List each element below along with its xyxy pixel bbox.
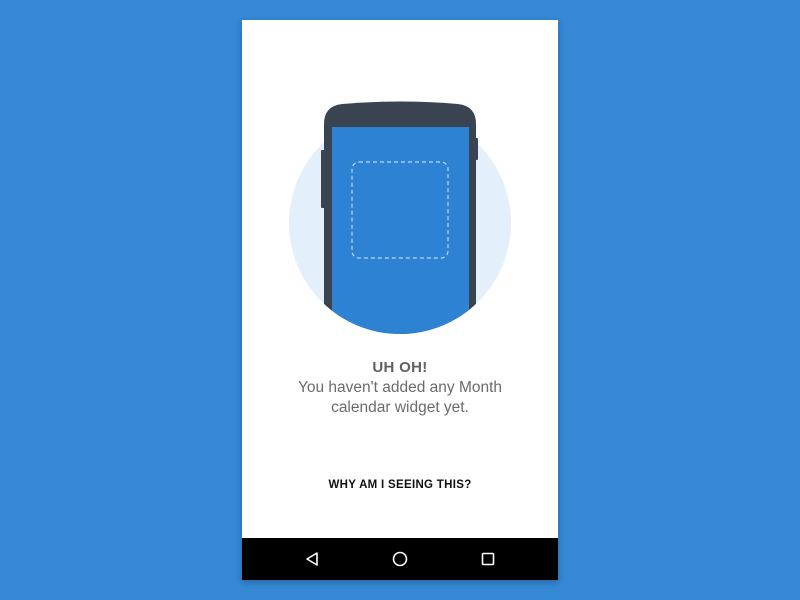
recents-icon bbox=[481, 552, 495, 566]
empty-state-message: You haven't added any Month calendar wid… bbox=[297, 379, 503, 416]
why-am-i-seeing-this-link[interactable]: WHY AM I SEEING THIS? bbox=[242, 479, 558, 491]
back-icon bbox=[306, 552, 318, 566]
home-button[interactable] bbox=[378, 538, 422, 580]
recents-button[interactable] bbox=[466, 538, 510, 580]
phone-screen: UH OH! You haven't added any Month calen… bbox=[242, 20, 558, 580]
back-button[interactable] bbox=[290, 538, 334, 580]
empty-state-title: UH OH! bbox=[372, 359, 428, 376]
home-icon bbox=[392, 551, 408, 567]
navigation-bar bbox=[242, 538, 558, 580]
phone-device-icon bbox=[321, 101, 478, 334]
empty-widget-illustration bbox=[242, 20, 558, 350]
